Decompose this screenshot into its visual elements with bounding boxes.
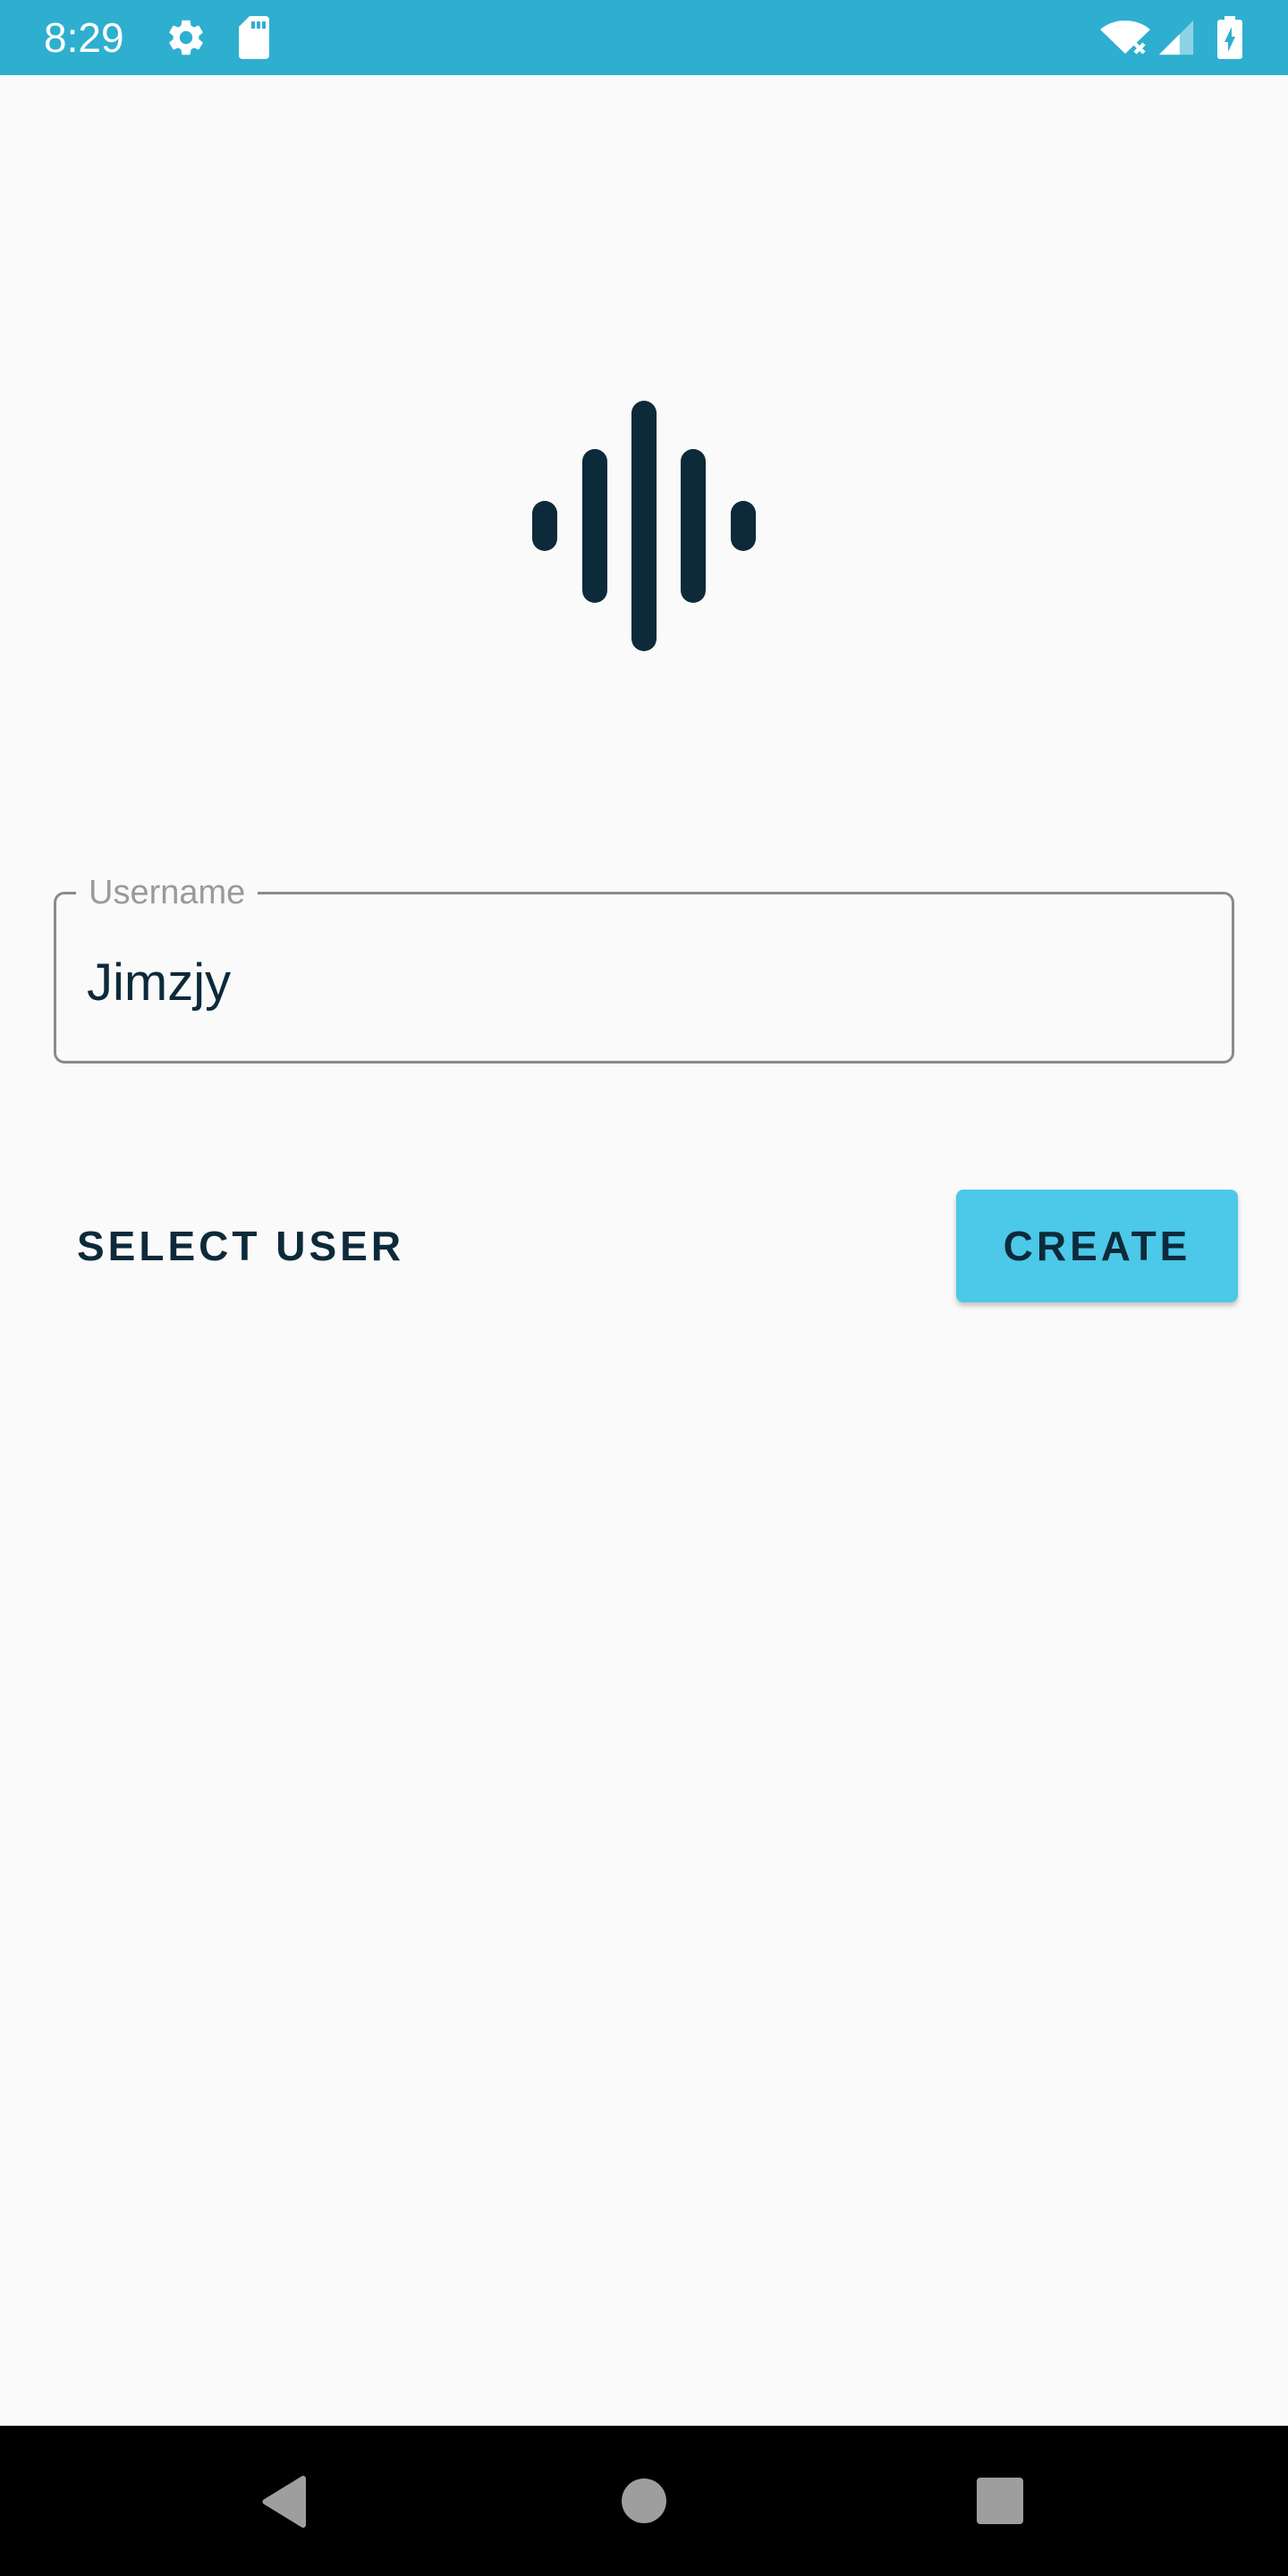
navigation-bar: [0, 2426, 1288, 2576]
status-bar: 8:29: [0, 0, 1288, 75]
back-button[interactable]: [240, 2456, 329, 2546]
username-field[interactable]: Username: [54, 873, 1234, 1063]
app-screen: 8:29 Username Jimzjy SELECT USER CREATE: [0, 0, 1288, 2576]
home-icon: [622, 2479, 666, 2523]
sound-wave-icon: [532, 401, 756, 651]
recents-button[interactable]: [955, 2456, 1045, 2546]
gear-icon: [169, 20, 203, 55]
status-time: 8:29: [44, 14, 124, 61]
select-user-button[interactable]: SELECT USER: [55, 1190, 413, 1302]
wifi-icon: [1100, 21, 1150, 55]
battery-charging-icon: [1217, 16, 1242, 59]
home-button[interactable]: [599, 2456, 689, 2546]
cell-signal-icon: [1158, 20, 1194, 55]
recents-icon: [977, 2478, 1023, 2524]
create-button[interactable]: CREATE: [956, 1190, 1238, 1302]
sd-card-icon: [239, 16, 269, 59]
back-icon: [262, 2475, 306, 2529]
username-label: Username: [76, 873, 258, 912]
username-input[interactable]: [87, 945, 1196, 1020]
